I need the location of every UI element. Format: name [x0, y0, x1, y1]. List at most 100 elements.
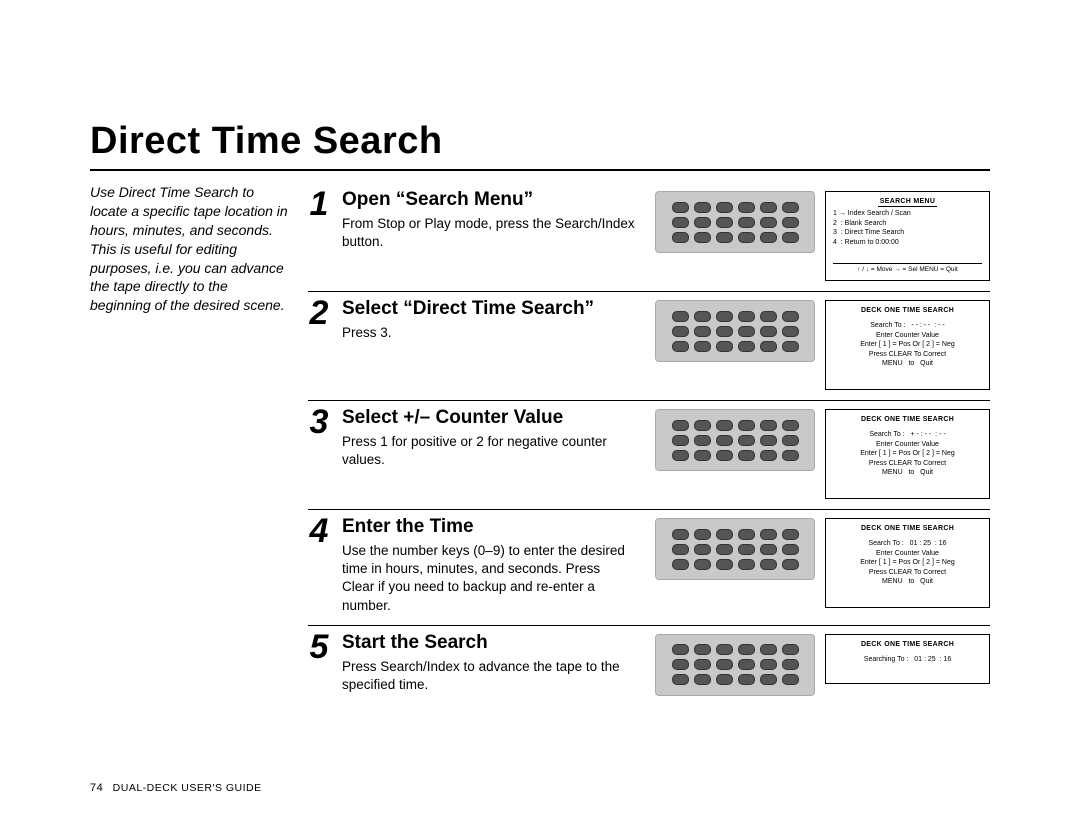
remote-button-icon: [672, 674, 689, 685]
remote-button-icon: [716, 420, 733, 431]
remote-button-icon: [694, 217, 711, 228]
remote-button-icon: [738, 674, 755, 685]
step-number: 4: [308, 514, 330, 548]
osd-screen: DECK ONE TIME SEARCHSearch To : + - : - …: [825, 409, 990, 499]
remote-button-icon: [672, 232, 689, 243]
remote-button-icon: [716, 529, 733, 540]
remote-button-icon: [738, 659, 755, 670]
remote-button-icon: [716, 311, 733, 322]
osd-title: DECK ONE TIME SEARCH: [833, 640, 982, 649]
step: 2 Select “Direct Time Search” Press 3. DECK…: [308, 292, 990, 400]
osd-line: Press CLEAR To Correct: [833, 459, 982, 468]
osd-line: Search To : + - : - - : - -: [833, 430, 982, 439]
step: 1Open “Search Menu”From Stop or Play mod…: [308, 183, 990, 291]
step-title: Enter the Time: [342, 516, 635, 538]
osd-line: MENU to Quit: [833, 468, 982, 477]
remote-button-icon: [782, 674, 799, 685]
remote-button-icon: [760, 311, 777, 322]
osd-screen: DECK ONE TIME SEARCHSearching To : 01 : …: [825, 634, 990, 684]
remote-button-icon: [760, 644, 777, 655]
remote-button-icon: [672, 217, 689, 228]
remote-button-icon: [694, 644, 711, 655]
remote-button-icon: [694, 341, 711, 352]
osd-title: DECK ONE TIME SEARCH: [833, 306, 982, 315]
remote-button-icon: [782, 435, 799, 446]
remote-button-icon: [760, 674, 777, 685]
remote-button-icon: [738, 450, 755, 461]
remote-button-icon: [694, 202, 711, 213]
osd-screen: DECK ONE TIME SEARCHSearch To : - - : - …: [825, 300, 990, 390]
remote-button-icon: [694, 559, 711, 570]
page-number: 74: [90, 782, 103, 794]
osd-footer: ↑ / ↓ = Move → = Sel MENU = Quit: [833, 263, 982, 275]
remote-button-icon: [738, 326, 755, 337]
remote-button-icon: [694, 659, 711, 670]
remote-button-icon: [716, 544, 733, 555]
step-number: 3: [308, 405, 330, 439]
osd-line: Enter Counter Value: [833, 331, 982, 340]
remote-button-icon: [760, 435, 777, 446]
step-thumbs: DECK ONE TIME SEARCH Search To : 01 : 25 …: [655, 518, 990, 608]
remote-thumb: [655, 191, 815, 253]
osd-line: Enter Counter Value: [833, 549, 982, 558]
remote-button-icon: [782, 559, 799, 570]
remote-button-icon: [738, 559, 755, 570]
remote-button-icon: [716, 232, 733, 243]
step-body: Press Search/Index to advance the tape t…: [342, 658, 635, 694]
intro-sidebar: Use Direct Time Search to locate a speci…: [90, 183, 290, 706]
step-body: Use the number keys (0–9) to enter the d…: [342, 542, 635, 615]
osd-line: Search To : 01 : 25 : 16: [833, 539, 982, 548]
step: 5Start the SearchPress Search/Index to a…: [308, 626, 990, 706]
page-footer: 74 DUAL-DECK USER'S GUIDE: [90, 782, 262, 794]
remote-button-icon: [672, 529, 689, 540]
remote-button-icon: [716, 659, 733, 670]
step-title: Select “Direct Time Search”: [342, 298, 635, 320]
osd-line: 4 : Return to 0:00:00: [833, 238, 982, 247]
osd-line: 2 : Blank Search: [833, 219, 982, 228]
remote-button-icon: [672, 559, 689, 570]
remote-button-icon: [760, 559, 777, 570]
remote-button-icon: [716, 450, 733, 461]
step-title: Open “Search Menu”: [342, 189, 635, 211]
osd-line: Enter [ 1 ] = Pos Or [ 2 ] = Neg: [833, 558, 982, 567]
remote-button-icon: [760, 450, 777, 461]
step-thumbs: SEARCH MENU1 → Index Search / Scan2 : Bl…: [655, 191, 990, 281]
remote-button-icon: [694, 544, 711, 555]
step-number: 2: [308, 296, 330, 330]
remote-button-icon: [760, 420, 777, 431]
remote-button-icon: [760, 341, 777, 352]
remote-button-icon: [782, 202, 799, 213]
remote-button-icon: [694, 232, 711, 243]
remote-button-icon: [738, 420, 755, 431]
remote-button-icon: [672, 202, 689, 213]
remote-button-icon: [716, 326, 733, 337]
remote-button-icon: [782, 311, 799, 322]
remote-button-icon: [760, 202, 777, 213]
remote-button-icon: [782, 217, 799, 228]
remote-button-icon: [760, 217, 777, 228]
remote-button-icon: [716, 674, 733, 685]
remote-button-icon: [782, 341, 799, 352]
step-text: Start the SearchPress Search/Index to ad…: [342, 632, 643, 694]
remote-thumb: [655, 634, 815, 696]
step: 4 Enter the Time Use the number keys (0–9)…: [308, 510, 990, 625]
remote-button-icon: [672, 326, 689, 337]
columns: Use Direct Time Search to locate a speci…: [90, 183, 990, 706]
step: 3Select +/– Counter ValuePress 1 for pos…: [308, 401, 990, 509]
osd-line: MENU to Quit: [833, 577, 982, 586]
remote-button-icon: [694, 435, 711, 446]
osd-line: Enter [ 1 ] = Pos Or [ 2 ] = Neg: [833, 449, 982, 458]
manual-page: Direct Time Search Use Direct Time Searc…: [0, 0, 1080, 834]
remote-button-icon: [672, 341, 689, 352]
osd-title: DECK ONE TIME SEARCH: [833, 524, 982, 533]
remote-button-icon: [694, 311, 711, 322]
step-body: From Stop or Play mode, press the Search…: [342, 215, 635, 251]
step-body: Press 3.: [342, 324, 635, 342]
osd-screen: SEARCH MENU1 → Index Search / Scan2 : Bl…: [825, 191, 990, 281]
remote-button-icon: [672, 659, 689, 670]
osd-line: Enter [ 1 ] = Pos Or [ 2 ] = Neg: [833, 340, 982, 349]
remote-button-icon: [672, 311, 689, 322]
remote-thumb: [655, 409, 815, 471]
step-text: Select “Direct Time Search” Press 3.: [342, 298, 643, 342]
remote-button-icon: [738, 311, 755, 322]
